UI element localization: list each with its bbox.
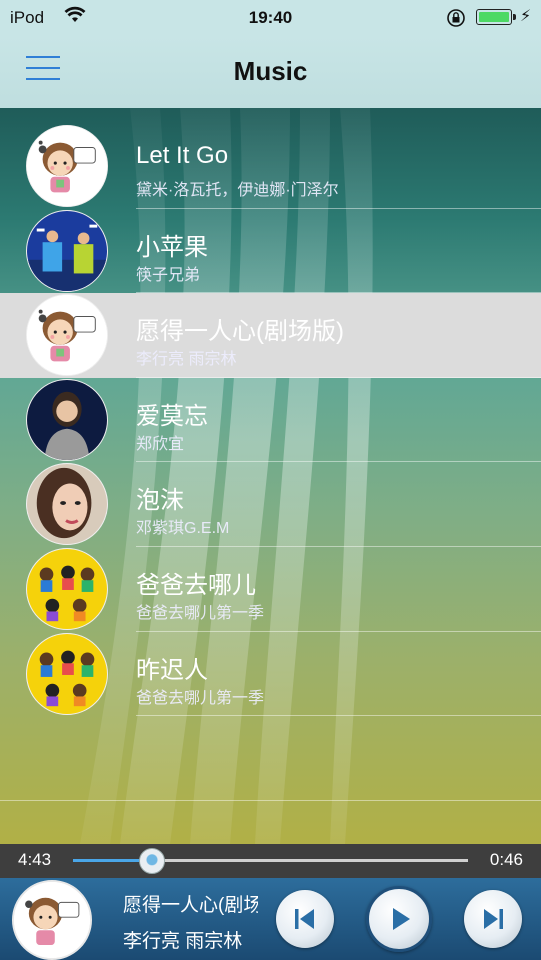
- status-bar: iPod 19:40 ⚡: [0, 0, 541, 36]
- song-cover: [26, 547, 108, 630]
- skip-previous-icon: [295, 909, 314, 929]
- song-title: Let It Go: [136, 142, 229, 169]
- song-title: 昨迟人: [136, 656, 208, 684]
- song-cover: [26, 632, 108, 715]
- song-row[interactable]: Let It Go 黛米·洛瓦托，伊迪娜·门泽尔: [0, 124, 541, 209]
- song-cover: [26, 125, 108, 207]
- now-playing-title: 愿得一人心(剧场版): [123, 895, 258, 916]
- song-artist: 郑欣宜: [136, 435, 185, 453]
- song-row[interactable]: 泡沫邓紫琪G.E.M: [0, 462, 541, 547]
- song-title: 小苹果: [136, 233, 208, 261]
- song-row[interactable]: 小苹果 筷子兄弟: [0, 209, 541, 294]
- song-row[interactable]: 昨迟人爸爸去哪儿第一季: [0, 632, 541, 717]
- song-artist: 李行亮 雨宗林: [136, 351, 237, 369]
- song-title: 爱莫忘: [136, 402, 208, 430]
- song-title: 愿得一人心(剧场版): [136, 318, 344, 346]
- now-playing-cover[interactable]: [12, 880, 92, 960]
- song-title: 爸爸去哪儿: [136, 571, 256, 599]
- song-row[interactable]: 爸爸去哪儿爸爸去哪儿第一季: [0, 547, 541, 632]
- song-artist: 筷子兄弟: [136, 266, 201, 284]
- charging-bolt-icon: ⚡: [520, 8, 532, 25]
- song-cover: [26, 463, 108, 546]
- next-button[interactable]: [464, 890, 522, 948]
- empty-row: [0, 716, 541, 801]
- song-cover: [26, 294, 108, 377]
- song-list: Let It Go 黛米·洛瓦托，伊迪娜·门泽尔小苹果筷子兄弟愿得一人心(剧场版)…: [0, 124, 541, 801]
- song-cover: [26, 378, 108, 461]
- seek-track[interactable]: [73, 848, 468, 874]
- play-icon: [393, 908, 410, 930]
- battery-icon: [476, 9, 516, 25]
- total-time: 0:46: [489, 850, 523, 869]
- previous-button[interactable]: [276, 890, 334, 948]
- song-cover: [26, 209, 108, 292]
- page-title: Music: [233, 56, 308, 86]
- now-playing-bar: 愿得一人心(剧场版) 李行亮 雨宗林: [0, 878, 541, 960]
- rotation-lock-icon: [446, 8, 466, 33]
- song-row[interactable]: 爱莫忘 郑欣宜: [0, 378, 541, 463]
- seek-knob[interactable]: [139, 848, 165, 874]
- song-artist: 黛米·洛瓦托，伊迪娜·门泽尔: [136, 182, 339, 199]
- song-artist: 爸爸去哪儿第一季: [136, 604, 265, 622]
- row-separator: [0, 799, 541, 801]
- elapsed-time: 4:43: [18, 850, 52, 869]
- song-row[interactable]: 愿得一人心(剧场版) 李行亮 雨宗林: [0, 293, 541, 378]
- play-button[interactable]: [366, 886, 432, 952]
- song-artist: 爸爸去哪儿第一季: [136, 689, 265, 707]
- now-playing-artist: 李行亮 雨宗林: [123, 931, 243, 952]
- skip-next-icon: [484, 909, 503, 929]
- navigation-bar: Music: [0, 36, 541, 108]
- song-title: 泡沫: [136, 487, 184, 515]
- song-artist: 邓紫琪G.E.M: [136, 520, 230, 538]
- progress-bar: 4:43 0:46: [0, 844, 541, 878]
